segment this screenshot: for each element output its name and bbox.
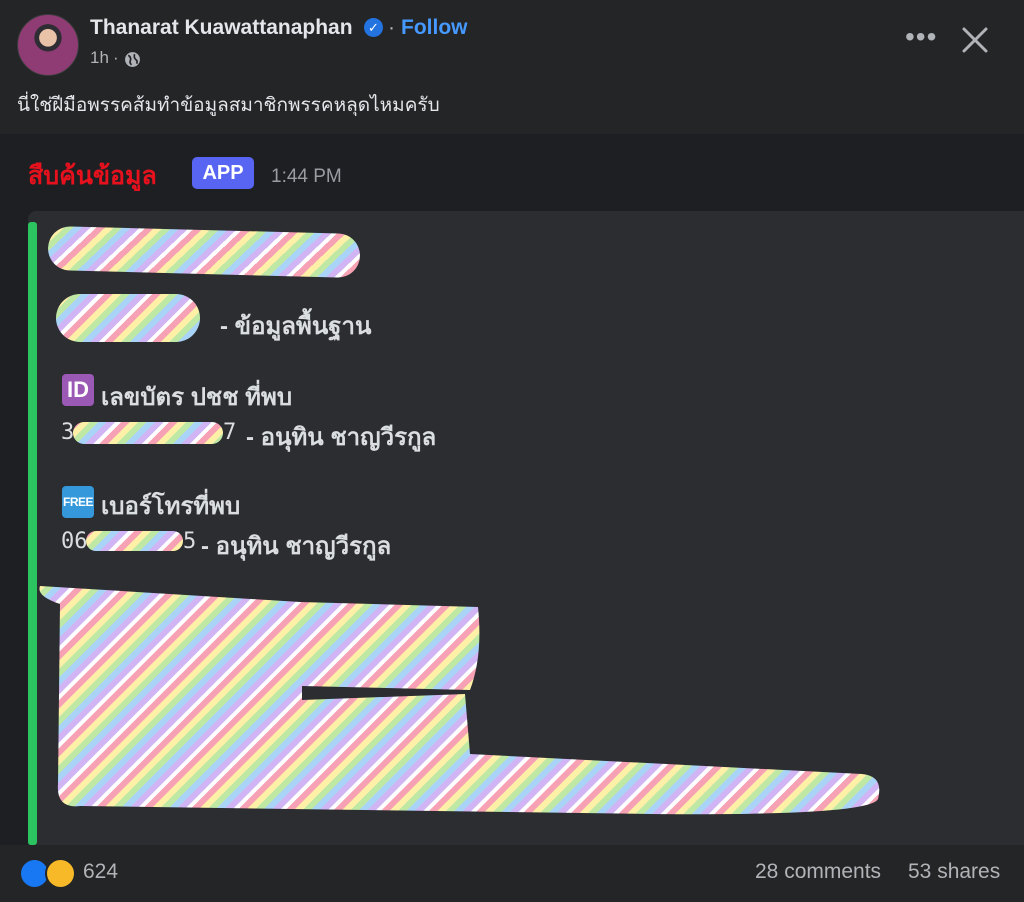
post-footer: 624 28 comments 53 shares [0,845,1024,902]
shares-link[interactable]: 53 shares [908,860,1000,884]
shared-screenshot[interactable]: สืบค้นข้อมูล APP 1:44 PM - ข้อมูลพื้นฐาน… [0,134,1024,845]
large-redaction-scribble [39,586,880,815]
time-separator-dot: · [113,48,119,67]
post-caption: นี่ใช่ฝีมือพรรคส้มทำข้อมูลสมาชิกพรรคหลุด… [17,95,440,116]
separator-dot: · [388,16,395,39]
author-name[interactable]: Thanarat Kuawattanaphan [90,16,353,40]
more-options-icon[interactable]: ••• [905,22,936,58]
post-header: Thanarat Kuawattanaphan ✓ · Follow 1h · … [0,0,1024,134]
post-time[interactable]: 1h [90,48,109,68]
haha-reaction-icon[interactable] [45,858,76,889]
globe-icon [125,52,140,67]
follow-button[interactable]: Follow [401,16,468,40]
comments-link[interactable]: 28 comments [755,860,881,884]
author-avatar[interactable] [17,14,79,76]
close-icon[interactable] [960,24,990,56]
verified-badge-icon: ✓ [364,18,383,37]
reaction-count[interactable]: 624 [83,860,118,884]
